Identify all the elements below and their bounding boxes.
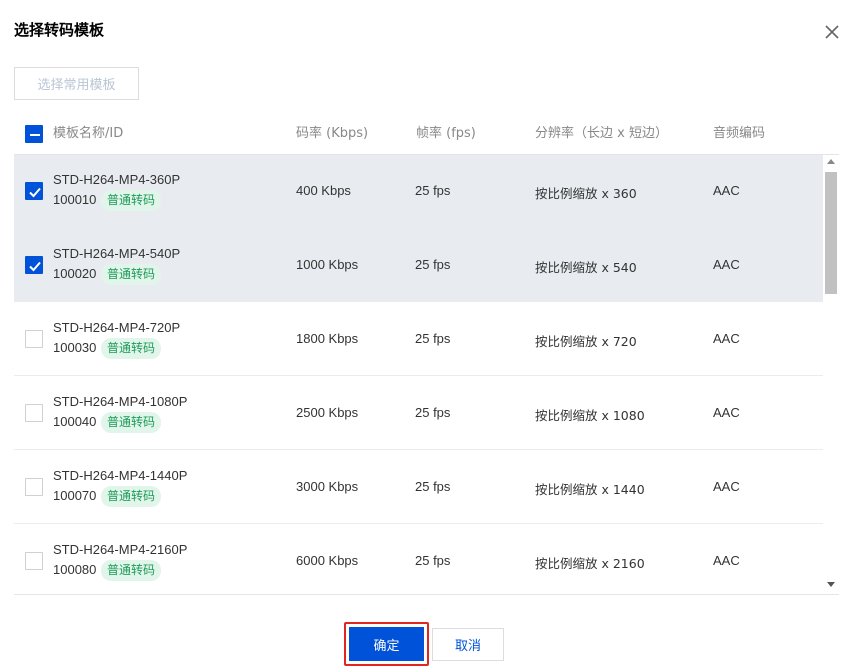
template-id: 100020 bbox=[53, 266, 97, 281]
template-id: 100040 bbox=[53, 414, 97, 429]
template-name: STD-H264-MP4-1440P bbox=[53, 468, 188, 483]
fps-cell: 25 fps bbox=[415, 183, 451, 198]
column-header-bitrate: 码率 (Kbps) bbox=[296, 126, 369, 141]
check-icon bbox=[29, 187, 41, 198]
resolution-cell: 按比例缩放 x 2160 bbox=[535, 556, 645, 571]
cancel-button[interactable]: 取消 bbox=[432, 628, 504, 661]
check-icon bbox=[29, 261, 41, 272]
template-id: 100030 bbox=[53, 340, 97, 355]
row-checkbox[interactable] bbox=[25, 478, 43, 496]
bitrate-cell: 400 Kbps bbox=[296, 183, 351, 198]
row-checkbox[interactable] bbox=[25, 404, 43, 422]
table-row[interactable]: STD-H264-MP4-720P 100030 1800 Kbps 25 fps 按比… bbox=[14, 302, 823, 376]
template-name: STD-H264-MP4-360P bbox=[53, 172, 181, 187]
table-row[interactable]: STD-H264-MP4-2160P 100080 6000 Kbps 25 fps 按… bbox=[14, 524, 823, 594]
minus-icon bbox=[30, 134, 40, 136]
close-button[interactable] bbox=[822, 22, 842, 42]
audio-codec-cell: AAC bbox=[713, 257, 740, 272]
audio-codec-cell: AAC bbox=[713, 183, 740, 198]
template-name: STD-H264-MP4-540P bbox=[53, 246, 181, 261]
transcode-type-badge: 普通转码 bbox=[101, 412, 162, 433]
transcode-type-badge: 普通转码 bbox=[101, 486, 162, 507]
fps-cell: 25 fps bbox=[415, 405, 451, 420]
select-all-checkbox[interactable] bbox=[25, 125, 43, 143]
row-checkbox[interactable] bbox=[25, 256, 43, 274]
scroll-up-arrow-icon[interactable] bbox=[827, 159, 835, 164]
scroll-thumb[interactable] bbox=[825, 172, 837, 294]
fps-cell: 25 fps bbox=[415, 257, 451, 272]
table-row[interactable]: STD-H264-MP4-540P 100020 1000 Kbps 25 fps 按比… bbox=[14, 228, 823, 302]
bitrate-cell: 2500 Kbps bbox=[296, 405, 359, 420]
row-checkbox[interactable] bbox=[25, 552, 43, 570]
table-row[interactable]: STD-H264-MP4-1440P 100070 3000 Kbps 25 fps 按… bbox=[14, 450, 823, 524]
scroll-down-arrow-icon[interactable] bbox=[827, 582, 835, 587]
audio-codec-cell: AAC bbox=[713, 479, 740, 494]
resolution-cell: 按比例缩放 x 720 bbox=[535, 334, 637, 349]
row-checkbox[interactable] bbox=[25, 330, 43, 348]
template-name: STD-H264-MP4-720P bbox=[53, 320, 181, 335]
transcode-type-badge: 普通转码 bbox=[101, 264, 162, 285]
bitrate-cell: 1000 Kbps bbox=[296, 257, 359, 272]
bitrate-cell: 1800 Kbps bbox=[296, 331, 359, 346]
table-row[interactable]: STD-H264-MP4-360P 100010 400 Kbps 25 fps 按比例… bbox=[14, 155, 823, 228]
fps-cell: 25 fps bbox=[415, 331, 451, 346]
resolution-cell: 按比例缩放 x 360 bbox=[535, 186, 637, 201]
template-name: STD-H264-MP4-1080P bbox=[53, 394, 188, 409]
resolution-cell: 按比例缩放 x 1080 bbox=[535, 408, 645, 423]
row-checkbox[interactable] bbox=[25, 182, 43, 200]
audio-codec-cell: AAC bbox=[713, 331, 740, 346]
select-common-templates-button[interactable]: 选择常用模板 bbox=[14, 67, 139, 100]
scrollbar[interactable] bbox=[823, 155, 839, 594]
bitrate-cell: 3000 Kbps bbox=[296, 479, 359, 494]
template-id: 100080 bbox=[53, 562, 97, 577]
close-icon bbox=[825, 25, 839, 39]
audio-codec-cell: AAC bbox=[713, 405, 740, 420]
audio-codec-cell: AAC bbox=[713, 553, 740, 568]
transcode-type-badge: 普通转码 bbox=[101, 560, 162, 581]
resolution-cell: 按比例缩放 x 540 bbox=[535, 260, 637, 275]
column-header-fps: 帧率 (fps) bbox=[416, 126, 476, 141]
column-header-audio: 音频编码 bbox=[713, 126, 766, 141]
transcode-type-badge: 普通转码 bbox=[101, 190, 162, 211]
template-name: STD-H264-MP4-2160P bbox=[53, 542, 188, 557]
fps-cell: 25 fps bbox=[415, 479, 451, 494]
column-header-resolution: 分辨率（长边 x 短边） bbox=[535, 126, 668, 141]
template-id: 100010 bbox=[53, 192, 97, 207]
bitrate-cell: 6000 Kbps bbox=[296, 553, 359, 568]
column-header-name: 模板名称/ID bbox=[53, 126, 124, 141]
table-body[interactable]: STD-H264-MP4-360P 100010 400 Kbps 25 fps 按比例… bbox=[14, 155, 839, 595]
fps-cell: 25 fps bbox=[415, 553, 451, 568]
ok-button[interactable]: 确定 bbox=[349, 627, 424, 661]
resolution-cell: 按比例缩放 x 1440 bbox=[535, 482, 645, 497]
table-header: 模板名称/ID 码率 (Kbps) 帧率 (fps) 分辨率（长边 x 短边） … bbox=[14, 113, 839, 155]
table-row[interactable]: STD-H264-MP4-1080P 100040 2500 Kbps 25 fps 按… bbox=[14, 376, 823, 450]
template-id: 100070 bbox=[53, 488, 97, 503]
transcode-type-badge: 普通转码 bbox=[101, 338, 162, 359]
dialog-title: 选择转码模板 bbox=[14, 22, 105, 39]
